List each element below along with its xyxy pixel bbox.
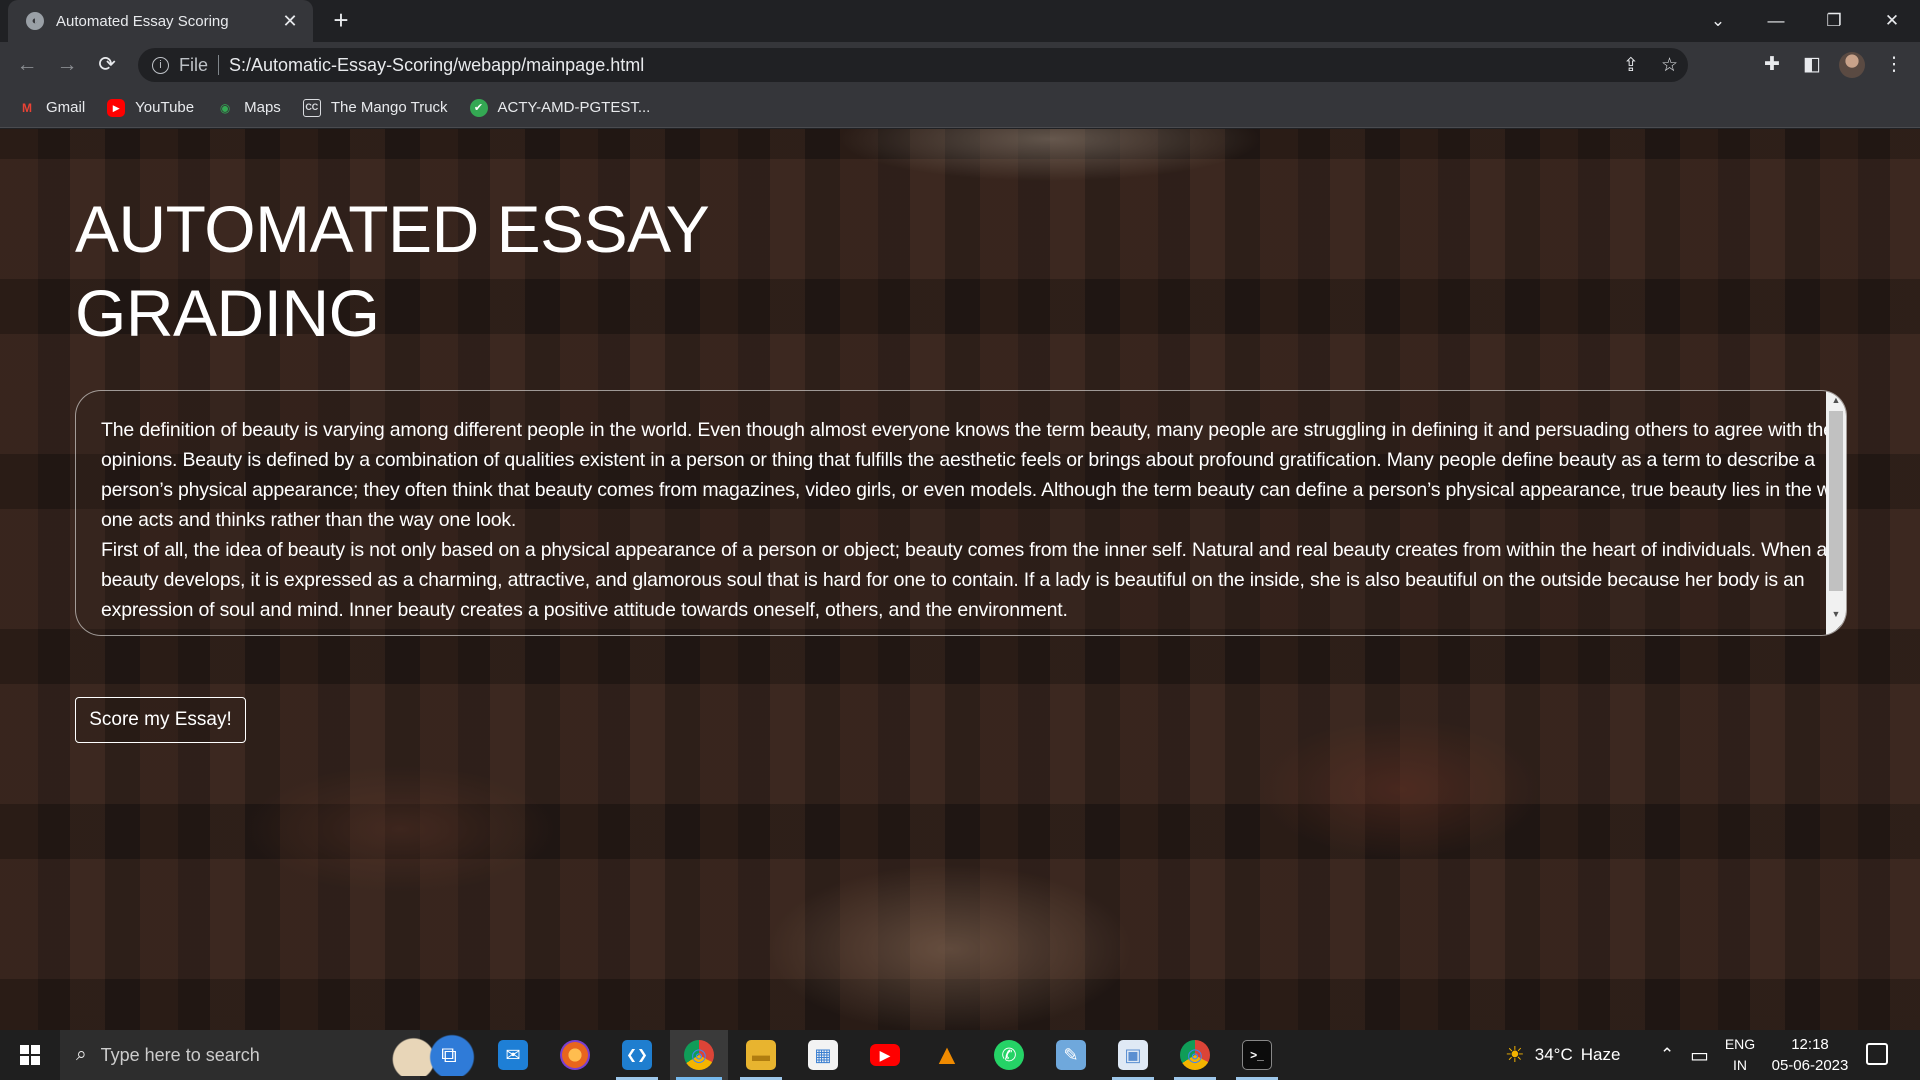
share-icon[interactable]: ⇪ bbox=[1623, 54, 1639, 77]
taskbar-app-notes[interactable]: ✎ bbox=[1042, 1030, 1100, 1080]
clock-time: 12:18 bbox=[1791, 1036, 1829, 1053]
taskbar-app-file-explorer[interactable]: ▬ bbox=[732, 1030, 790, 1080]
taskbar-app-mail[interactable]: ✉ bbox=[484, 1030, 542, 1080]
essay-scrollbar[interactable]: ▲ ▼ bbox=[1826, 391, 1846, 635]
battery-icon[interactable]: ▭ bbox=[1690, 1030, 1709, 1080]
folder-icon: ▬ bbox=[746, 1040, 776, 1070]
bookmark-mango-truck[interactable]: CC The Mango Truck bbox=[302, 98, 448, 117]
vlc-cone-icon: ▲ bbox=[933, 1039, 961, 1070]
search-placeholder: Type here to search bbox=[100, 1044, 260, 1065]
bookmark-label: Maps bbox=[244, 99, 281, 116]
forward-button[interactable]: → bbox=[52, 50, 82, 80]
bookmark-maps[interactable]: ◉ Maps bbox=[216, 99, 281, 117]
url-divider bbox=[218, 55, 220, 75]
language-indicator[interactable]: ENG IN bbox=[1720, 1034, 1760, 1076]
close-window-button[interactable]: ✕ bbox=[1864, 0, 1920, 42]
scroll-up-arrow-icon[interactable]: ▲ bbox=[1826, 391, 1846, 409]
terminal-icon: >_ bbox=[1242, 1040, 1272, 1070]
task-view-icon: ⧉ bbox=[441, 1042, 457, 1067]
youtube-icon: ▶ bbox=[870, 1044, 900, 1066]
search-icon: ⌕ bbox=[76, 1044, 87, 1065]
globe-icon: ◐ bbox=[26, 12, 44, 30]
browser-tab[interactable]: ◐ Automated Essay Scoring ✕ bbox=[8, 0, 313, 42]
url-text[interactable]: S:/Automatic-Essay-Scoring/webapp/mainpa… bbox=[229, 55, 644, 76]
start-button[interactable] bbox=[0, 1030, 60, 1080]
bookmark-acty[interactable]: ✔ ACTY-AMD-PGTEST... bbox=[469, 98, 651, 117]
essay-textarea[interactable]: The definition of beauty is varying amon… bbox=[75, 390, 1847, 636]
browser-toolbar: ← → ⟳ i File S:/Automatic-Essay-Scoring/… bbox=[0, 42, 1920, 88]
windows-taskbar: ⌕ Type here to search ⧉ ✉ ● ❮❯ ◎ ▬ ▦ ▶ ▲… bbox=[0, 1030, 1920, 1080]
tray-overflow-chevron-icon[interactable]: ⌃ bbox=[1660, 1030, 1674, 1080]
scroll-thumb[interactable] bbox=[1829, 411, 1843, 591]
photos-icon: ▣ bbox=[1118, 1040, 1148, 1070]
page-viewport: AUTOMATED ESSAY GRADING The definition o… bbox=[0, 129, 1920, 1030]
score-essay-button[interactable]: Score my Essay! bbox=[75, 697, 246, 743]
language-code: ENG bbox=[1724, 1036, 1756, 1052]
weather-temp: 34°C bbox=[1534, 1045, 1573, 1064]
info-icon[interactable]: i bbox=[152, 56, 169, 74]
bookmark-gmail[interactable]: M Gmail bbox=[18, 99, 85, 117]
bookmarks-bar: M Gmail ▶ YouTube ◉ Maps CC The Mango Tr… bbox=[0, 88, 1920, 128]
new-tab-button[interactable]: + bbox=[325, 5, 357, 37]
address-bar[interactable]: i File S:/Automatic-Essay-Scoring/webapp… bbox=[138, 48, 1688, 82]
taskbar-app-firefox[interactable]: ● bbox=[546, 1030, 604, 1080]
back-button[interactable]: ← bbox=[12, 50, 42, 80]
windows-logo-icon bbox=[20, 1045, 40, 1065]
url-scheme: File bbox=[179, 54, 209, 75]
maps-icon: ◉ bbox=[219, 100, 231, 115]
reload-button[interactable]: ⟳ bbox=[92, 50, 122, 80]
chrome-icon: ◎ bbox=[684, 1040, 714, 1070]
extensions-puzzle-icon[interactable]: ✚ bbox=[1757, 50, 1787, 80]
firefox-icon: ● bbox=[560, 1040, 590, 1070]
essay-text[interactable]: The definition of beauty is varying amon… bbox=[101, 415, 1846, 625]
tab-title: Automated Essay Scoring bbox=[56, 12, 229, 30]
store-icon: ▦ bbox=[808, 1040, 838, 1070]
taskbar-clock[interactable]: 12:18 05-06-2023 bbox=[1770, 1034, 1850, 1076]
side-panel-icon[interactable]: ◧ bbox=[1797, 50, 1827, 80]
restore-button[interactable]: ❐ bbox=[1806, 0, 1862, 42]
whatsapp-icon: ✆ bbox=[994, 1040, 1024, 1070]
bookmark-star-icon[interactable]: ☆ bbox=[1661, 54, 1678, 77]
taskbar-search[interactable]: ⌕ Type here to search bbox=[60, 1030, 476, 1080]
gmail-icon: M bbox=[22, 100, 32, 115]
cc-icon: CC bbox=[302, 98, 321, 117]
taskbar-app-youtube[interactable]: ▶ bbox=[856, 1030, 914, 1080]
bookmark-label: YouTube bbox=[135, 99, 195, 116]
clock-date: 05-06-2023 bbox=[1771, 1057, 1849, 1074]
tab-search-chevron-icon[interactable]: ⌄ bbox=[1690, 0, 1746, 42]
youtube-icon: ▶ bbox=[107, 98, 126, 117]
notes-icon: ✎ bbox=[1056, 1040, 1086, 1070]
chrome-menu-icon[interactable]: ⋮ bbox=[1879, 50, 1909, 80]
chrome-icon: ◎ bbox=[1180, 1040, 1210, 1070]
bookmark-label: ACTY-AMD-PGTEST... bbox=[497, 99, 651, 116]
minimize-button[interactable]: — bbox=[1748, 0, 1804, 42]
taskbar-app-vlc[interactable]: ▲ bbox=[918, 1030, 976, 1080]
taskbar-app-chrome-profile[interactable]: ◎ bbox=[1166, 1030, 1224, 1080]
bookmark-label: Gmail bbox=[46, 99, 86, 116]
omnibox-actions: ⇪ ☆ bbox=[1623, 48, 1678, 82]
weather-widget[interactable]: ☀ 34°C Haze bbox=[1505, 1030, 1620, 1080]
taskbar-app-chrome[interactable]: ◎ bbox=[670, 1030, 728, 1080]
taskbar-app-photos[interactable]: ▣ bbox=[1104, 1030, 1162, 1080]
region-code: IN bbox=[1733, 1057, 1747, 1073]
tab-close-icon[interactable]: ✕ bbox=[279, 11, 301, 32]
taskbar-app-store[interactable]: ▦ bbox=[794, 1030, 852, 1080]
check-icon: ✔ bbox=[469, 98, 488, 117]
task-view-button[interactable]: ⧉ bbox=[420, 1030, 478, 1080]
bookmark-youtube[interactable]: ▶ YouTube bbox=[107, 98, 195, 117]
taskbar-app-terminal[interactable]: >_ bbox=[1228, 1030, 1286, 1080]
bookmark-label: The Mango Truck bbox=[330, 99, 448, 116]
taskbar-app-whatsapp[interactable]: ✆ bbox=[980, 1030, 1038, 1080]
tab-strip: ◐ Automated Essay Scoring ✕ + ⌄ — ❐ ✕ bbox=[0, 0, 1920, 42]
weather-haze-icon: ☀ bbox=[1505, 1042, 1525, 1067]
mail-icon: ✉ bbox=[498, 1040, 528, 1070]
profile-avatar[interactable] bbox=[1839, 52, 1865, 78]
page-title: AUTOMATED ESSAY GRADING bbox=[75, 192, 709, 350]
resize-handle-icon[interactable]: ◢ bbox=[1831, 621, 1845, 634]
taskbar-app-vscode[interactable]: ❮❯ bbox=[608, 1030, 666, 1080]
notification-center-icon[interactable] bbox=[1866, 1043, 1888, 1065]
weather-condition: Haze bbox=[1580, 1045, 1621, 1064]
vscode-icon: ❮❯ bbox=[622, 1040, 652, 1070]
